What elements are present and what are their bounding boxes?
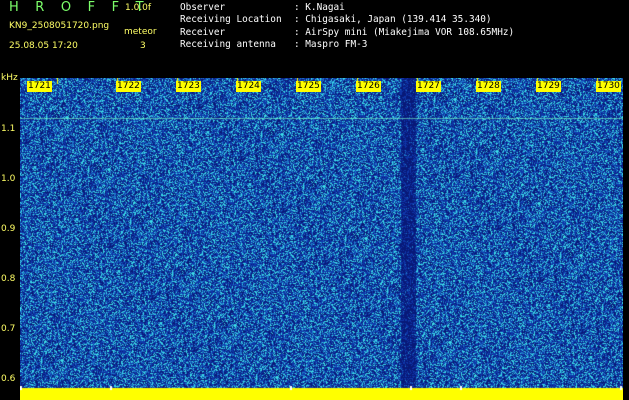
info-row-observer: Observer: K.Nagai	[180, 2, 345, 13]
x-tick-label: 1724	[236, 81, 261, 92]
info-row-receiver: Receiver: AirSpy mini (Miakejima VOR 108…	[180, 26, 515, 38]
spectrogram[interactable]	[20, 78, 623, 400]
y-label: 1.0	[1, 174, 16, 184]
x-tick-label: 1723	[176, 81, 201, 92]
info-row-location: Receiving Location: Chigasaki, Japan (13…	[180, 14, 492, 26]
x-tick-label: 1726	[356, 81, 381, 92]
timestamp: 25.08.05 17:20	[9, 41, 78, 51]
mode-label: meteor	[124, 27, 157, 37]
file-name: KN9_2508051720.png	[9, 21, 110, 31]
header-panel: H R O F F T 1.0.0f KN9_2508051720.png me…	[0, 0, 629, 78]
x-tick-label: 1721	[27, 81, 52, 92]
y-label: 1.1	[1, 124, 16, 134]
y-label: 0.7	[1, 324, 16, 334]
spectrogram-canvas[interactable]	[20, 78, 623, 400]
info-row-antenna: Receiving antenna: Maspro FM-3	[180, 38, 368, 50]
observation-info: Observer: K.Nagai Receiving Location: Ch…	[180, 2, 514, 51]
y-label: 0.9	[1, 224, 16, 234]
x-tick-label: 1729	[536, 81, 561, 92]
app-version: 1.0.0f	[125, 3, 152, 13]
x-tick-label: 1730	[596, 81, 621, 92]
x-tick-label: 1728	[476, 81, 501, 92]
x-tick-label: 1727	[416, 81, 441, 92]
x-tick-label: 1725	[296, 81, 321, 92]
y-label: 0.6	[1, 374, 16, 384]
y-label: 0.8	[1, 274, 16, 284]
x-tick-label: 1722	[116, 81, 141, 92]
y-axis-unit: kHz	[1, 73, 18, 83]
detection-count: 3	[140, 41, 146, 51]
